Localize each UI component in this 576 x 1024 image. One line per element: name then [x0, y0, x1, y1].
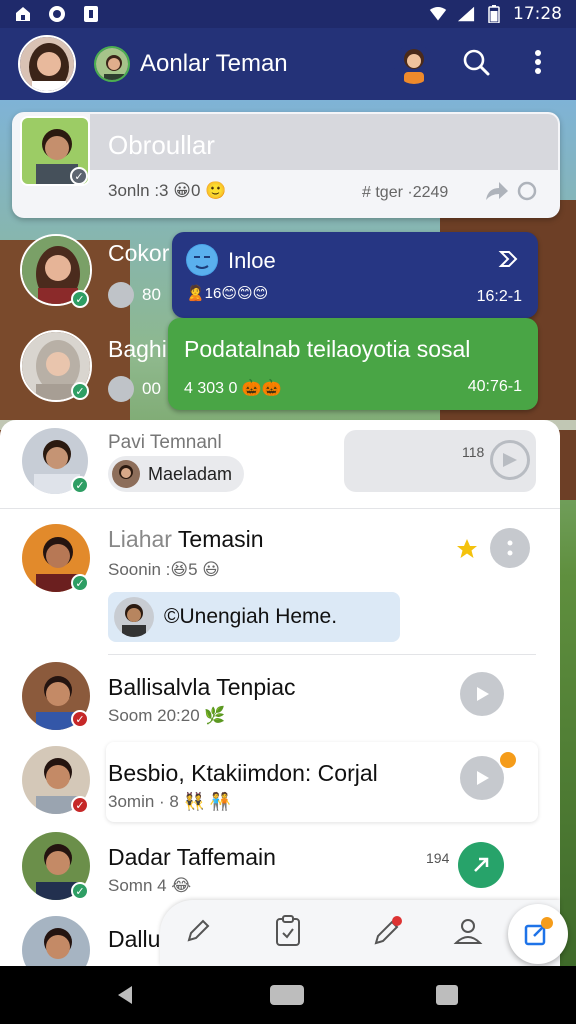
- more-options-button[interactable]: [518, 44, 558, 84]
- unread-count: 194: [426, 850, 450, 866]
- sleepy-emoji-icon: [186, 244, 218, 276]
- notification-dot: [498, 750, 518, 770]
- chat-name: Besbio, Ktakiimdon: Corjal: [108, 760, 378, 786]
- bottom-action-bar: [160, 900, 560, 966]
- status-bar: 17:28: [0, 0, 576, 28]
- forward-icon[interactable]: [498, 248, 520, 275]
- chat-name: Baghi: [108, 336, 167, 362]
- gif-icon: [108, 282, 134, 308]
- app-title: Aonlar Teman: [140, 50, 288, 77]
- play-icon[interactable]: [460, 672, 504, 716]
- forward-icon[interactable]: [484, 180, 510, 207]
- chip-label: Maeladam: [148, 463, 233, 484]
- unread-count: 118: [462, 444, 485, 460]
- bubble-time: 16:2-1: [476, 288, 522, 305]
- signal-icon: [457, 5, 475, 23]
- group-avatar[interactable]: [394, 44, 434, 84]
- status-time: 17:28: [513, 4, 562, 24]
- more-button[interactable]: [490, 528, 530, 568]
- online-badge: ✓: [71, 574, 89, 592]
- new-chat-button[interactable]: [508, 904, 568, 964]
- bubble-emojis: 🙎16😊😊😊: [186, 285, 269, 302]
- home-button[interactable]: [270, 985, 304, 1005]
- clipboard-button[interactable]: [266, 911, 310, 955]
- chat-preview: Soom 20:20 🌿: [108, 706, 226, 725]
- chat-name: Cokor: [108, 240, 170, 266]
- share-icon[interactable]: [516, 180, 538, 207]
- pen-icon: [372, 915, 404, 952]
- chat-name: Pavi Temnanl: [108, 432, 222, 453]
- quoted-message[interactable]: ©Unengiah Heme.: [108, 592, 400, 642]
- online-badge: ✓: [71, 882, 89, 900]
- bubble-time: 40:76-1: [467, 378, 522, 395]
- chat-meta: # tger ·2249: [362, 184, 449, 201]
- new-chat-icon: [522, 916, 554, 953]
- bubble-meta: 4 303 0 🎃🎃: [184, 380, 282, 397]
- compose-button[interactable]: [176, 911, 220, 955]
- quoted-avatar: [114, 597, 154, 637]
- more-vert-icon: [534, 49, 542, 80]
- chat-chip[interactable]: Maeladam: [108, 456, 245, 492]
- bubble-title: Inloe: [228, 248, 276, 273]
- chat-preview: 00: [142, 379, 161, 398]
- wifi-icon: [429, 5, 447, 23]
- whatsapp-icon: [48, 5, 66, 23]
- divider: [108, 654, 536, 655]
- star-icon[interactable]: [456, 538, 478, 565]
- play-icon[interactable]: [490, 440, 530, 480]
- profile-button[interactable]: [446, 911, 490, 955]
- edit-icon: [183, 916, 213, 951]
- search-icon: [462, 48, 490, 81]
- system-navigation-bar: [0, 966, 576, 1024]
- online-badge: ✓: [71, 382, 89, 400]
- bubble-title: Podatalnab teilaoyotia sosal: [184, 336, 471, 362]
- clipboard-icon: [274, 914, 302, 952]
- chat-name: Ballisalvla Tenpiac: [108, 674, 296, 700]
- chat-card-obroullar[interactable]: [12, 112, 560, 218]
- status-badge: ✓: [71, 710, 89, 728]
- chip-avatar: [112, 460, 140, 488]
- my-avatar[interactable]: [18, 35, 76, 93]
- chat-preview: 3omin · 8 👯 🧑‍🤝‍🧑: [108, 792, 231, 811]
- chat-name: Obroullar: [108, 130, 215, 160]
- chat-preview: 3onln :3 😀0 🙂: [108, 181, 227, 200]
- online-badge: ✓: [71, 476, 89, 494]
- message-bubble-green[interactable]: Podatalnab teilaoyotia sosal 4 303 0 🎃🎃 …: [168, 318, 538, 410]
- notification-icon: [82, 5, 100, 23]
- chat-name: Dadar Taffemain: [108, 844, 276, 870]
- app-bar: Aonlar Teman: [0, 28, 576, 100]
- chat-preview: 80: [142, 285, 161, 304]
- chat-name: Dallu: [108, 926, 161, 952]
- divider: [0, 508, 560, 509]
- pen-button[interactable]: [366, 911, 410, 955]
- send-icon[interactable]: [458, 842, 504, 888]
- home-lock-icon: [14, 5, 32, 23]
- battery-icon: [485, 5, 503, 23]
- contact-avatar[interactable]: [94, 46, 130, 82]
- gif-icon: [108, 376, 134, 402]
- online-badge: ✓: [71, 290, 89, 308]
- status-badge: ✓: [71, 796, 89, 814]
- profile-icon: [452, 915, 484, 952]
- verified-badge: ✓: [70, 167, 88, 185]
- chat-preview: Soonin :😆5 😃: [108, 560, 221, 579]
- chat-name: Liahar Temasin: [108, 526, 264, 552]
- quoted-text: ©Unengiah Heme.: [164, 605, 338, 628]
- back-icon[interactable]: [114, 984, 136, 1011]
- chat-preview: Somn 4 😂: [108, 876, 192, 895]
- search-button[interactable]: [456, 44, 496, 84]
- message-bubble-blue[interactable]: Inloe 🙎16😊😊😊 16:2-1: [172, 232, 538, 318]
- recents-button[interactable]: [436, 985, 458, 1005]
